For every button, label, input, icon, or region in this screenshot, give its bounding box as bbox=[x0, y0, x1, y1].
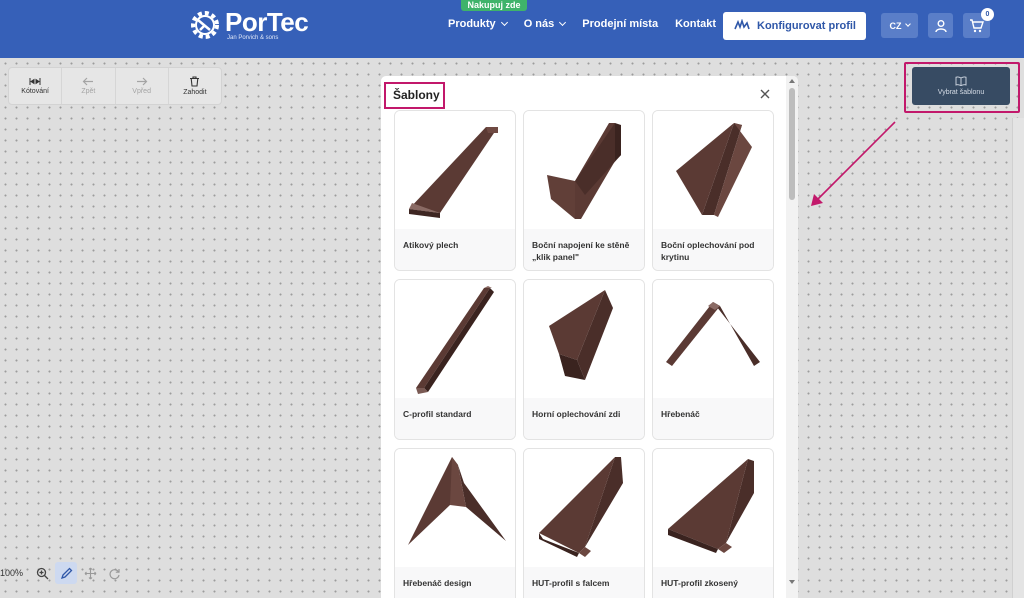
chevron-down-icon bbox=[904, 21, 911, 27]
chevron-down-icon bbox=[559, 18, 567, 27]
promo-badge[interactable]: Nakupuj zde bbox=[461, 0, 527, 11]
side-panel-edge bbox=[1012, 118, 1024, 598]
arrow-left-icon bbox=[83, 77, 94, 86]
zoom-controls: 100% bbox=[0, 561, 127, 585]
template-thumbnail bbox=[653, 111, 773, 229]
template-card[interactable]: HUT-profil s falcem bbox=[523, 448, 645, 598]
zoom-in-button[interactable] bbox=[31, 562, 53, 584]
gear-logo-icon bbox=[191, 11, 219, 39]
scroll-thumb[interactable] bbox=[789, 88, 795, 200]
templates-modal: Šablony Atikový plech Boční napojení ke … bbox=[381, 76, 798, 598]
trash-icon bbox=[190, 76, 200, 87]
arrow-right-icon bbox=[136, 77, 147, 86]
template-card[interactable]: HUT-profil zkosený bbox=[652, 448, 774, 598]
portec-logo[interactable]: PorTec Jan Porvich & sons bbox=[188, 6, 309, 42]
template-label: HUT-profil s falcem bbox=[524, 567, 644, 598]
template-thumbnail bbox=[524, 280, 644, 398]
configure-profile-button[interactable]: Konfigurovat profil bbox=[723, 12, 866, 40]
editor-toolbar: Kótování Zpět Vpřed Zahodit bbox=[8, 67, 222, 105]
template-label: Hřebenáč bbox=[653, 398, 773, 439]
move-icon bbox=[84, 567, 96, 579]
template-label: C-profil standard bbox=[395, 398, 515, 439]
template-card[interactable]: Hřebenáč design bbox=[394, 448, 516, 598]
chevron-down-icon bbox=[500, 18, 508, 27]
template-thumbnail bbox=[653, 280, 773, 398]
close-icon[interactable] bbox=[758, 87, 772, 101]
template-button-highlight bbox=[904, 62, 1020, 113]
template-thumbnail bbox=[395, 111, 515, 229]
nav-kontakt[interactable]: Kontakt bbox=[675, 18, 716, 30]
move-tool-button[interactable] bbox=[79, 562, 101, 584]
template-thumbnail bbox=[395, 449, 515, 567]
scroll-up-icon[interactable] bbox=[789, 79, 795, 83]
nav-produkty[interactable]: Produkty bbox=[448, 18, 508, 30]
template-grid: Atikový plech Boční napojení ke stěně „k… bbox=[394, 110, 776, 598]
modal-title: Šablony bbox=[393, 88, 440, 102]
template-card[interactable]: Boční oplechování pod krytinu bbox=[652, 110, 774, 271]
rotate-tool-button[interactable] bbox=[103, 562, 125, 584]
nav-o-nas[interactable]: O nás bbox=[524, 18, 567, 30]
hand-pointer-icon bbox=[734, 19, 750, 30]
main-nav: Produkty O nás Prodejní místa Kontakt bbox=[448, 18, 733, 30]
modal-scrollbar[interactable] bbox=[786, 76, 798, 598]
nav-prodejni-mista[interactable]: Prodejní místa bbox=[582, 18, 658, 30]
pencil-icon bbox=[60, 567, 72, 579]
template-label: HUT-profil zkosený bbox=[653, 567, 773, 598]
pencil-tool-button[interactable] bbox=[55, 562, 78, 584]
tool-undo[interactable]: Zpět bbox=[62, 68, 116, 104]
tool-redo[interactable]: Vpřed bbox=[116, 68, 169, 104]
template-label: Hřebenáč design bbox=[395, 567, 515, 598]
cart-count-badge: 0 bbox=[981, 8, 994, 21]
logo-title: PorTec bbox=[225, 6, 309, 37]
scroll-down-icon[interactable] bbox=[789, 580, 795, 584]
site-header: PorTec Jan Porvich & sons Nakupuj zde Pr… bbox=[0, 0, 1024, 58]
cart-icon bbox=[970, 18, 984, 32]
zoom-in-icon bbox=[36, 567, 48, 579]
template-thumbnail bbox=[524, 449, 644, 567]
template-card[interactable]: Hřebenáč bbox=[652, 279, 774, 440]
language-select[interactable]: CZ bbox=[881, 13, 918, 38]
user-icon bbox=[934, 19, 947, 32]
template-thumbnail bbox=[653, 449, 773, 567]
template-card[interactable]: Atikový plech bbox=[394, 110, 516, 271]
tool-dimension[interactable]: Kótování bbox=[9, 68, 63, 104]
dimension-icon bbox=[29, 78, 41, 85]
template-thumbnail bbox=[524, 111, 644, 229]
template-card[interactable]: Boční napojení ke stěně „klik panel" bbox=[523, 110, 645, 271]
tool-discard[interactable]: Zahodit bbox=[169, 68, 221, 104]
template-label: Horní oplechování zdi bbox=[524, 398, 644, 439]
user-account-button[interactable] bbox=[928, 13, 953, 38]
template-label: Boční oplechování pod krytinu bbox=[653, 229, 773, 270]
template-label: Boční napojení ke stěně „klik panel" bbox=[524, 229, 644, 270]
rotate-icon bbox=[109, 568, 120, 579]
template-card[interactable]: Horní oplechování zdi bbox=[523, 279, 645, 440]
template-label: Atikový plech bbox=[395, 229, 515, 270]
template-card[interactable]: C-profil standard bbox=[394, 279, 516, 440]
zoom-level: 100% bbox=[0, 568, 24, 578]
template-thumbnail bbox=[395, 280, 515, 398]
